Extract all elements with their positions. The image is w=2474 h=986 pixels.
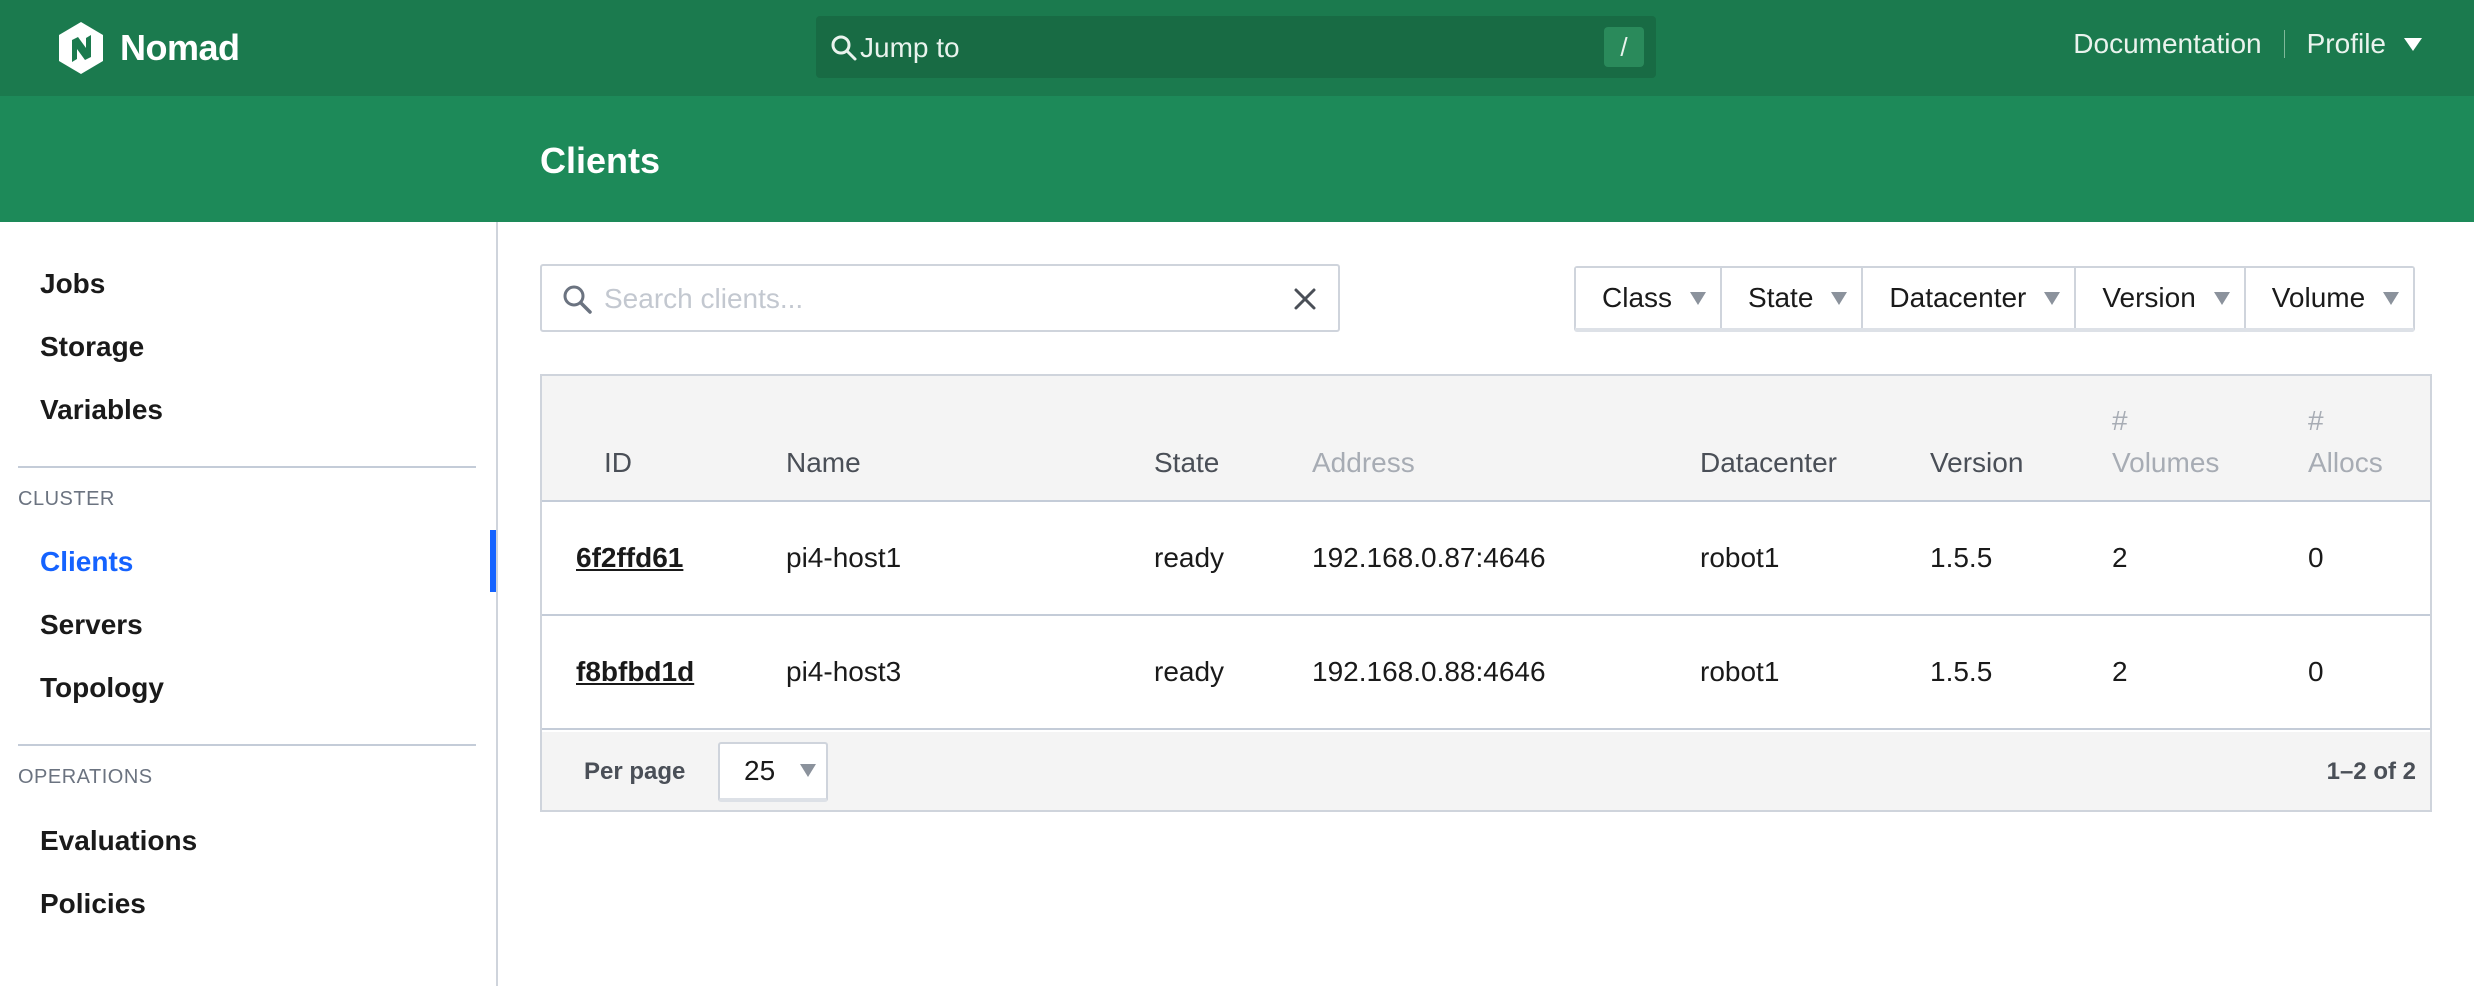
filter-label: Class <box>1602 282 1673 313</box>
client-id-link[interactable]: 6f2ffd61 <box>576 540 683 576</box>
jump-to-search[interactable]: Jump to / <box>816 16 1656 78</box>
caret-down-icon <box>1831 292 1848 305</box>
sidebar: Jobs Storage Variables CLUSTER Clients S… <box>0 222 498 986</box>
column-header-address: Address <box>1312 447 1415 478</box>
filter-datacenter-button[interactable]: Datacenter <box>1863 268 2077 328</box>
filter-label: State <box>1748 282 1814 313</box>
client-allocs: 0 <box>2308 656 2324 687</box>
sidebar-section-cluster: CLUSTER <box>18 488 115 510</box>
page-header: Clients <box>0 96 2474 222</box>
home-link[interactable]: Nomad <box>56 20 240 76</box>
sidebar-item-storage[interactable]: Storage <box>40 331 144 363</box>
active-indicator <box>490 530 496 592</box>
client-volumes: 2 <box>2112 542 2128 573</box>
table-row[interactable]: 6f2ffd61 pi4-host1 ready 192.168.0.87:46… <box>542 502 2430 616</box>
search-icon <box>563 285 592 314</box>
sidebar-section-operations: OPERATIONS <box>18 766 153 788</box>
table-row[interactable]: f8bfbd1d pi4-host3 ready 192.168.0.88:46… <box>542 616 2430 730</box>
column-header-version[interactable]: Version <box>1930 446 2023 480</box>
sidebar-item-evaluations[interactable]: Evaluations <box>40 825 197 857</box>
sidebar-item-servers[interactable]: Servers <box>40 609 143 641</box>
column-header-id[interactable]: ID <box>604 446 632 480</box>
filter-state-button[interactable]: State <box>1722 268 1864 328</box>
per-page-label: Per page <box>584 758 686 785</box>
chevron-down-icon <box>2404 37 2422 51</box>
client-state: ready <box>1154 542 1225 573</box>
table-footer: Per page 25 1–2 of 2 <box>542 732 2430 810</box>
nomad-logo-icon <box>59 22 103 74</box>
column-header-volumes: Volumes <box>2112 447 2220 478</box>
filter-version-button[interactable]: Version <box>2076 268 2246 328</box>
profile-menu[interactable]: Profile <box>2307 28 2422 60</box>
column-header-allocs: Allocs <box>2308 447 2383 478</box>
pagination-summary: 1–2 of 2 <box>2326 758 2416 785</box>
nav-divider <box>2283 30 2285 58</box>
client-id-link[interactable]: f8bfbd1d <box>576 654 694 690</box>
top-navigation: Nomad Jump to / Documentation Profile <box>0 0 2474 96</box>
per-page-select[interactable]: 25 <box>718 742 828 802</box>
caret-down-icon <box>2044 292 2061 305</box>
topnav-links: Documentation Profile <box>2073 28 2422 60</box>
caret-down-icon <box>2213 292 2230 305</box>
sidebar-divider <box>18 744 476 746</box>
column-header-name[interactable]: Name <box>786 446 861 480</box>
client-state: ready <box>1154 656 1225 687</box>
clients-table: ID Name State Address Datacenter Version… <box>540 374 2432 812</box>
sidebar-divider <box>18 466 476 468</box>
sidebar-item-clients[interactable]: Clients <box>40 546 133 578</box>
client-address: 192.168.0.87:4646 <box>1312 542 1546 573</box>
filter-bar: Class State Datacenter Version Volume <box>1574 266 2416 332</box>
per-page-value: 25 <box>744 755 776 786</box>
filter-label: Datacenter <box>1889 282 2027 313</box>
client-name: pi4-host1 <box>786 542 902 573</box>
filter-label: Volume <box>2271 282 2366 313</box>
client-name: pi4-host3 <box>786 656 902 687</box>
page-title: Clients <box>540 140 661 181</box>
table-header: ID Name State Address Datacenter Version… <box>542 376 2430 502</box>
column-header-volumes-hash: # <box>2112 405 2128 436</box>
close-icon[interactable] <box>1292 286 1318 312</box>
sidebar-item-jobs[interactable]: Jobs <box>40 268 105 300</box>
client-address: 192.168.0.88:4646 <box>1312 656 1546 687</box>
sidebar-item-variables[interactable]: Variables <box>40 394 163 426</box>
sidebar-item-topology[interactable]: Topology <box>40 672 164 704</box>
brand-name: Nomad <box>120 27 240 68</box>
client-version: 1.5.5 <box>1930 656 1993 687</box>
caret-down-icon <box>1690 292 1707 305</box>
profile-label: Profile <box>2306 28 2386 59</box>
client-datacenter: robot1 <box>1700 656 1780 687</box>
jump-shortcut-key: / <box>1604 27 1644 67</box>
jump-to-placeholder: Jump to <box>860 32 960 63</box>
search-input[interactable] <box>604 280 1244 318</box>
column-header-state[interactable]: State <box>1154 446 1219 480</box>
sidebar-item-policies[interactable]: Policies <box>40 888 146 920</box>
filter-class-button[interactable]: Class <box>1576 268 1723 328</box>
filter-label: Version <box>2102 282 2196 313</box>
client-datacenter: robot1 <box>1700 542 1780 573</box>
caret-down-icon <box>800 764 816 777</box>
client-version: 1.5.5 <box>1930 542 1993 573</box>
search-icon <box>831 35 857 61</box>
client-search <box>540 264 1340 332</box>
client-volumes: 2 <box>2112 656 2128 687</box>
column-header-datacenter[interactable]: Datacenter <box>1700 446 1837 480</box>
filter-volume-button[interactable]: Volume <box>2245 268 2414 328</box>
documentation-link[interactable]: Documentation <box>2073 28 2261 60</box>
column-header-allocs-hash: # <box>2308 405 2324 436</box>
caret-down-icon <box>2383 292 2400 305</box>
client-allocs: 0 <box>2308 542 2324 573</box>
